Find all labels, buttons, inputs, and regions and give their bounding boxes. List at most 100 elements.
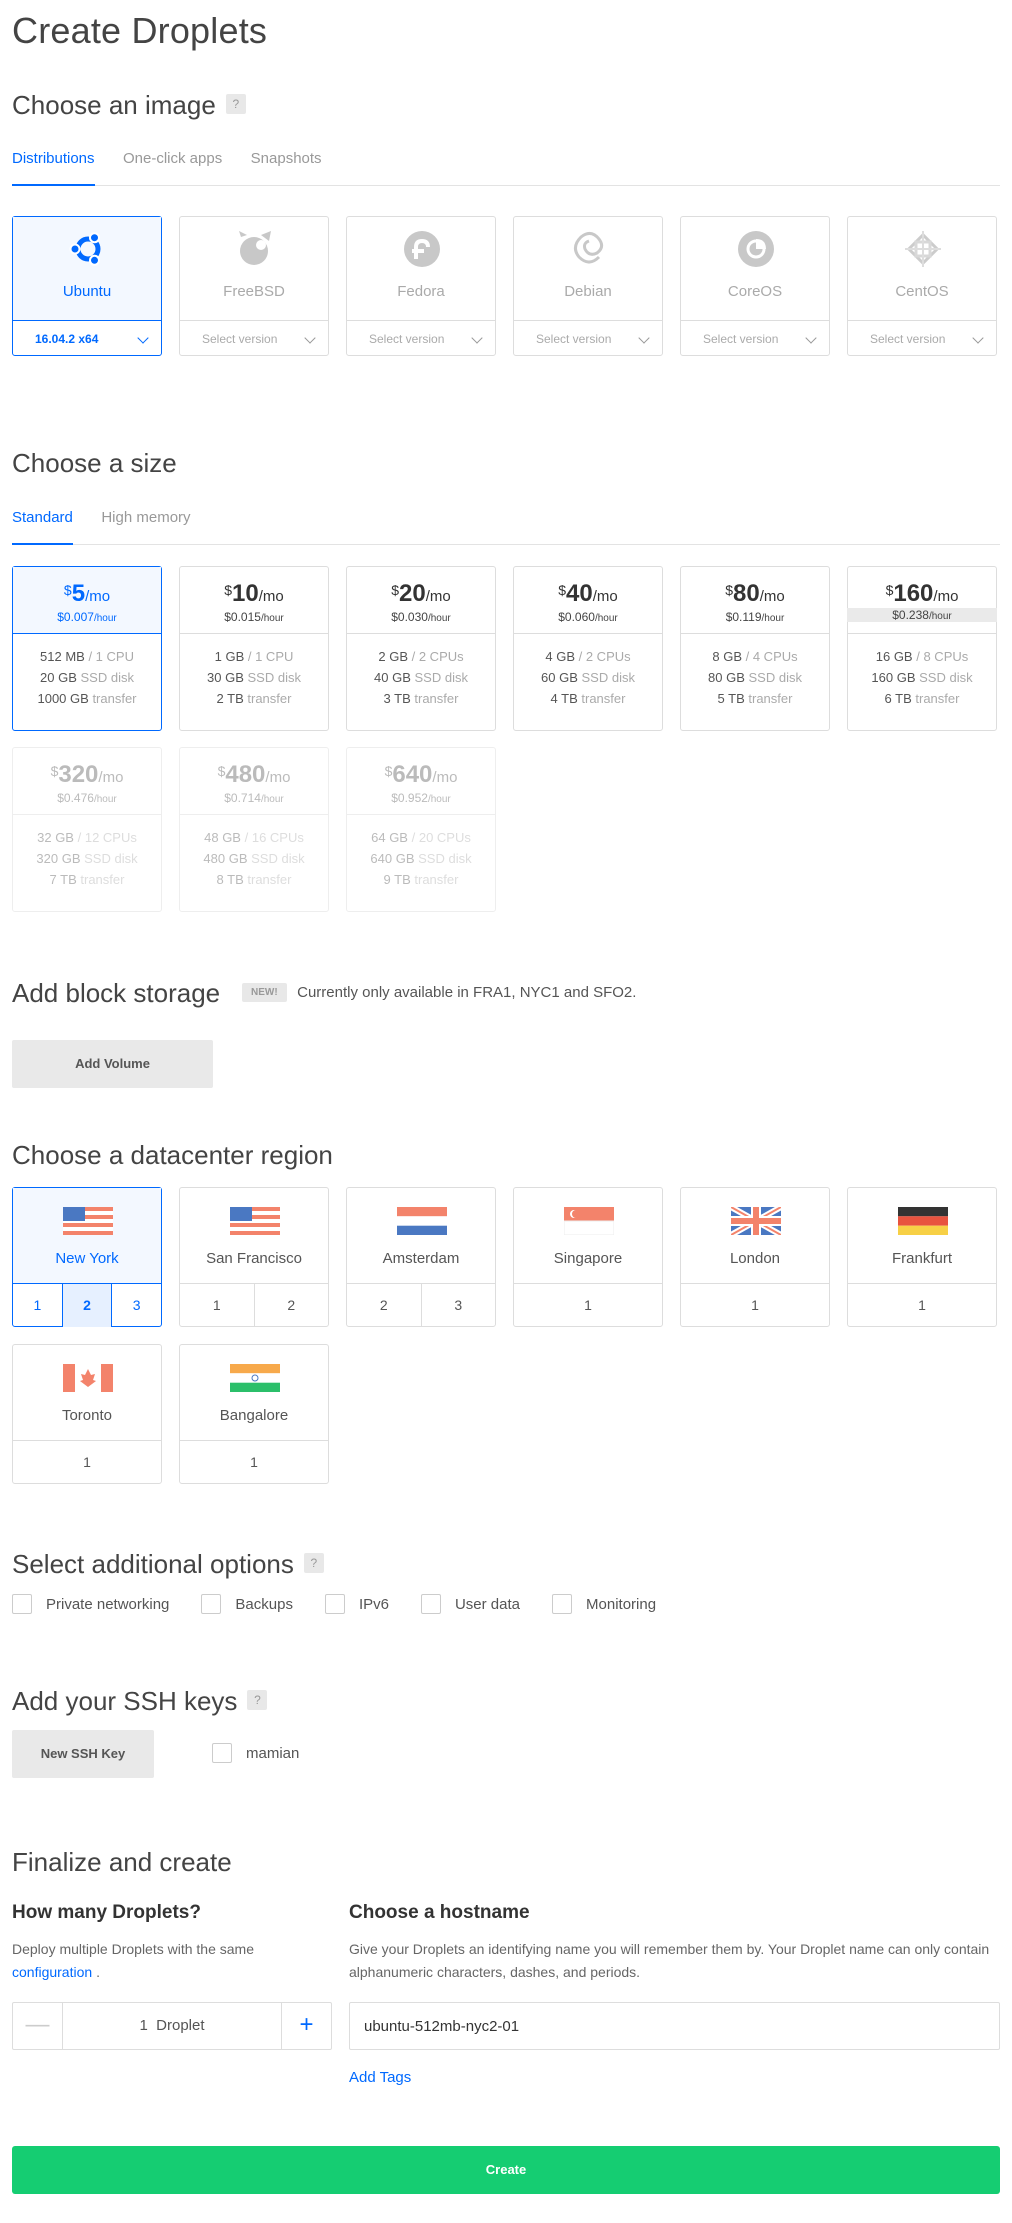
datacenter-options: 23	[347, 1283, 495, 1327]
tab-distributions[interactable]: Distributions	[12, 146, 95, 186]
monthly-price: 480	[225, 761, 266, 788]
monthly-price: 160	[893, 580, 934, 607]
image-card-fedora[interactable]: Fedora Select version	[346, 216, 496, 356]
datacenter-option[interactable]: 1	[848, 1284, 996, 1327]
spec-disk: 320 GB SSD disk	[36, 851, 138, 866]
checkbox[interactable]	[552, 1594, 573, 1614]
datacenter-option[interactable]: 1	[514, 1284, 662, 1327]
checkbox[interactable]	[324, 1594, 345, 1614]
spec-memory: 1 GB / 1 CPU	[214, 649, 294, 664]
datacenter-option[interactable]: 1	[13, 1284, 62, 1327]
chevron-down-icon	[304, 332, 316, 344]
tab-one-click-apps[interactable]: One-click apps	[123, 146, 222, 186]
checkbox[interactable]	[420, 1594, 441, 1614]
option-ipv6[interactable]: IPv6	[324, 1594, 389, 1614]
datacenter-options: 1	[514, 1283, 662, 1327]
size-specs: 64 GB / 20 CPUs 640 GB SSD disk 9 TB trans…	[347, 814, 495, 890]
datacenter-option[interactable]: 1	[180, 1441, 328, 1484]
image-card-debian[interactable]: Debian Select version	[513, 216, 663, 356]
option-user-data[interactable]: User data	[420, 1594, 520, 1614]
size-price: $320/mo $0.476/hour	[13, 748, 161, 814]
size-specs: 4 GB / 2 CPUs 60 GB SSD disk 4 TB transfer	[514, 633, 662, 709]
size-card-5[interactable]: $5/mo $0.007/hour 512 MB / 1 CPU 20 GB SSD …	[12, 566, 162, 731]
hostname-input[interactable]	[349, 2002, 1000, 2050]
create-button[interactable]: Create	[12, 2146, 1000, 2194]
option-private-networking[interactable]: Private networking	[12, 1594, 169, 1614]
increment-button[interactable]: +	[281, 2003, 331, 2049]
image-name: CoreOS	[727, 283, 783, 300]
version-select[interactable]: Select version	[848, 320, 996, 357]
storage-note-row: NEW! Currently only available in FRA1, N…	[242, 983, 636, 1002]
size-specs: 2 GB / 2 CPUs 40 GB SSD disk 3 TB transfer	[347, 633, 495, 709]
tab-standard[interactable]: Standard	[12, 505, 73, 545]
option-monitoring[interactable]: Monitoring	[552, 1594, 656, 1614]
coreos-icon	[738, 231, 774, 267]
datacenter-option[interactable]: 2	[61, 1284, 112, 1327]
spec-transfer: 9 TB transfer	[383, 872, 459, 887]
image-name: Fedora	[397, 283, 445, 300]
tab-high-memory[interactable]: High memory	[101, 505, 190, 545]
ca-flag-icon	[63, 1364, 113, 1392]
region-card-bangalore[interactable]: Bangalore 1	[179, 1344, 329, 1484]
image-card-freebsd[interactable]: FreeBSD Select version	[179, 216, 329, 356]
region-name: Bangalore	[219, 1407, 289, 1424]
page-title: Create Droplets	[12, 10, 268, 51]
datacenter-option[interactable]: 2	[347, 1284, 421, 1327]
add-tags-link[interactable]: Add Tags	[349, 2066, 411, 2089]
hourly-price: $0.238/hour	[847, 608, 997, 622]
image-card-coreos[interactable]: CoreOS Select version	[680, 216, 830, 356]
checkbox[interactable]	[201, 1594, 222, 1614]
help-icon[interactable]: ?	[247, 1690, 268, 1711]
region-card-london[interactable]: London 1	[680, 1187, 830, 1327]
monthly-price: 640	[392, 761, 433, 788]
uk-flag-icon	[731, 1207, 781, 1235]
size-card-160[interactable]: $160/mo $0.238/hour 16 GB / 8 CPUs 160 GB S…	[847, 566, 997, 731]
size-card-20[interactable]: $20/mo $0.030/hour 2 GB / 2 CPUs 40 GB SSD …	[346, 566, 496, 731]
version-select[interactable]: Select version	[514, 320, 662, 357]
chevron-down-icon	[972, 332, 984, 344]
region-card-san-francisco[interactable]: San Francisco 1 2	[179, 1187, 329, 1327]
tab-snapshots[interactable]: Snapshots	[251, 146, 322, 186]
region-card-amsterdam[interactable]: Amsterdam 2 3	[346, 1187, 496, 1327]
size-card-10[interactable]: $10/mo $0.015/hour 1 GB / 1 CPU 30 GB SSD d…	[179, 566, 329, 731]
version-select[interactable]: Select version	[180, 320, 328, 357]
droplet-quantity-stepper[interactable]: — 1 Droplet +	[12, 2002, 332, 2050]
new-ssh-key-button[interactable]: New SSH Key	[12, 1730, 154, 1778]
datacenter-option[interactable]: 1	[681, 1284, 829, 1327]
region-card-frankfurt[interactable]: Frankfurt 1	[847, 1187, 997, 1327]
de-flag-icon	[898, 1207, 948, 1235]
version-select[interactable]: 16.04.2 x64	[13, 320, 161, 357]
decrement-button[interactable]: —	[13, 2003, 63, 2049]
image-tabs: Distributions One-click apps Snapshots	[12, 146, 1000, 186]
region-card-toronto[interactable]: Toronto 1	[12, 1344, 162, 1484]
help-icon[interactable]: ?	[225, 94, 246, 115]
datacenter-option[interactable]: 3	[111, 1284, 161, 1327]
add-volume-button[interactable]: Add Volume	[12, 1040, 213, 1088]
options-row: Private networking Backups IPv6 User dat…	[12, 1594, 688, 1614]
help-icon[interactable]: ?	[303, 1553, 324, 1574]
version-select[interactable]: Select version	[347, 320, 495, 357]
region-card-new-york[interactable]: New York 1 2 3	[12, 1187, 162, 1327]
datacenter-option[interactable]: 1	[180, 1284, 254, 1327]
option-backups[interactable]: Backups	[201, 1594, 293, 1614]
checkbox[interactable]	[212, 1743, 232, 1763]
datacenter-option[interactable]: 3	[420, 1284, 496, 1327]
size-card-320: $320/mo $0.476/hour 32 GB / 12 CPUs 320 GB …	[12, 747, 162, 912]
in-flag-icon	[230, 1364, 280, 1392]
size-card-40[interactable]: $40/mo $0.060/hour 4 GB / 2 CPUs 60 GB SSD …	[513, 566, 663, 731]
datacenter-options: 1	[681, 1283, 829, 1327]
datacenter-option[interactable]: 1	[13, 1441, 161, 1484]
datacenter-option[interactable]: 2	[253, 1284, 329, 1327]
ssh-keys-row: mamian	[212, 1743, 331, 1763]
ssh-key-mamian[interactable]: mamian	[212, 1743, 299, 1763]
size-card-80[interactable]: $80/mo $0.119/hour 8 GB / 4 CPUs 80 GB SSD …	[680, 566, 830, 731]
image-section-title: Choose an image?	[12, 90, 246, 121]
configuration-link[interactable]: configuration	[12, 1964, 92, 1980]
image-card-ubuntu[interactable]: Ubuntu 16.04.2 x64	[12, 216, 162, 356]
image-card-centos[interactable]: CentOS Select version	[847, 216, 997, 356]
version-select[interactable]: Select version	[681, 320, 829, 357]
size-price: $80/mo $0.119/hour	[681, 567, 829, 633]
checkbox[interactable]	[12, 1594, 32, 1614]
spec-disk: 30 GB SSD disk	[207, 670, 301, 685]
region-card-singapore[interactable]: Singapore 1	[513, 1187, 663, 1327]
